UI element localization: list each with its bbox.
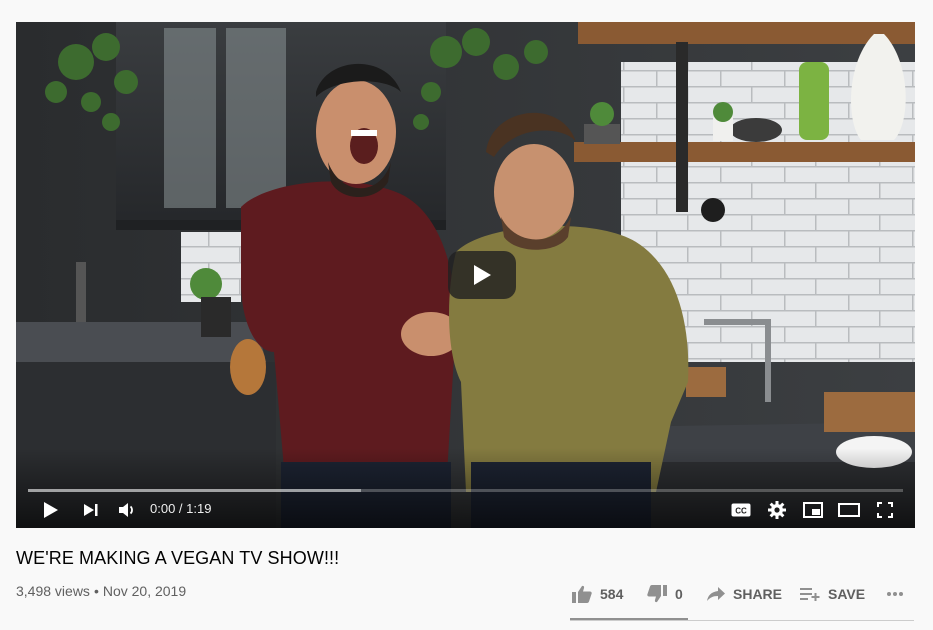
captions-button[interactable]: CC [728, 496, 754, 524]
theater-icon [838, 503, 860, 517]
theater-mode-button[interactable] [835, 496, 863, 524]
play-icon [44, 502, 58, 518]
play-button[interactable] [36, 496, 66, 524]
like-count: 584 [600, 586, 624, 602]
fullscreen-icon [877, 502, 893, 518]
svg-text:CC: CC [735, 507, 747, 516]
share-icon [707, 587, 725, 601]
fullscreen-button[interactable] [871, 496, 899, 524]
save-label: SAVE [828, 586, 866, 602]
action-divider [570, 620, 914, 621]
time-current: 0:00 [150, 501, 176, 516]
progress-loaded [28, 489, 361, 492]
sentiment-bar [570, 618, 688, 620]
dislike-button[interactable]: 0 [647, 582, 683, 606]
save-button[interactable]: SAVE [800, 582, 865, 606]
miniplayer-button[interactable] [799, 496, 827, 524]
next-button[interactable] [76, 496, 106, 524]
video-player[interactable]: 0:00 / 1:19 CC [16, 22, 915, 528]
dislike-count: 0 [675, 586, 683, 602]
share-label: SHARE [733, 586, 783, 602]
share-button[interactable]: SHARE [707, 582, 782, 606]
progress-bar[interactable] [28, 489, 903, 492]
like-button[interactable]: 584 [572, 582, 623, 606]
video-title: WE'RE MAKING A VEGAN TV SHOW!!! [16, 548, 340, 568]
miniplayer-icon [803, 502, 823, 518]
captions-icon: CC [731, 503, 751, 517]
more-actions-button[interactable] [886, 582, 912, 606]
large-play-button[interactable] [448, 251, 516, 299]
volume-button[interactable] [112, 496, 142, 524]
settings-icon [768, 501, 786, 519]
more-icon [887, 592, 903, 596]
settings-button[interactable] [764, 496, 790, 524]
time-display: 0:00 / 1:19 [150, 501, 211, 516]
thumbs-up-icon [572, 585, 592, 603]
thumbs-down-icon [647, 585, 667, 603]
action-bar: 584 0 SHARE SAVE [0, 582, 933, 606]
play-icon [474, 265, 491, 285]
watch-page: 0:00 / 1:19 CC WE'RE MAKING A VEGAN TV S… [0, 0, 933, 630]
time-total: 1:19 [186, 501, 212, 516]
playlist-add-icon [800, 588, 820, 601]
volume-icon [119, 503, 133, 517]
time-separator: / [175, 501, 187, 516]
next-icon [84, 504, 98, 516]
